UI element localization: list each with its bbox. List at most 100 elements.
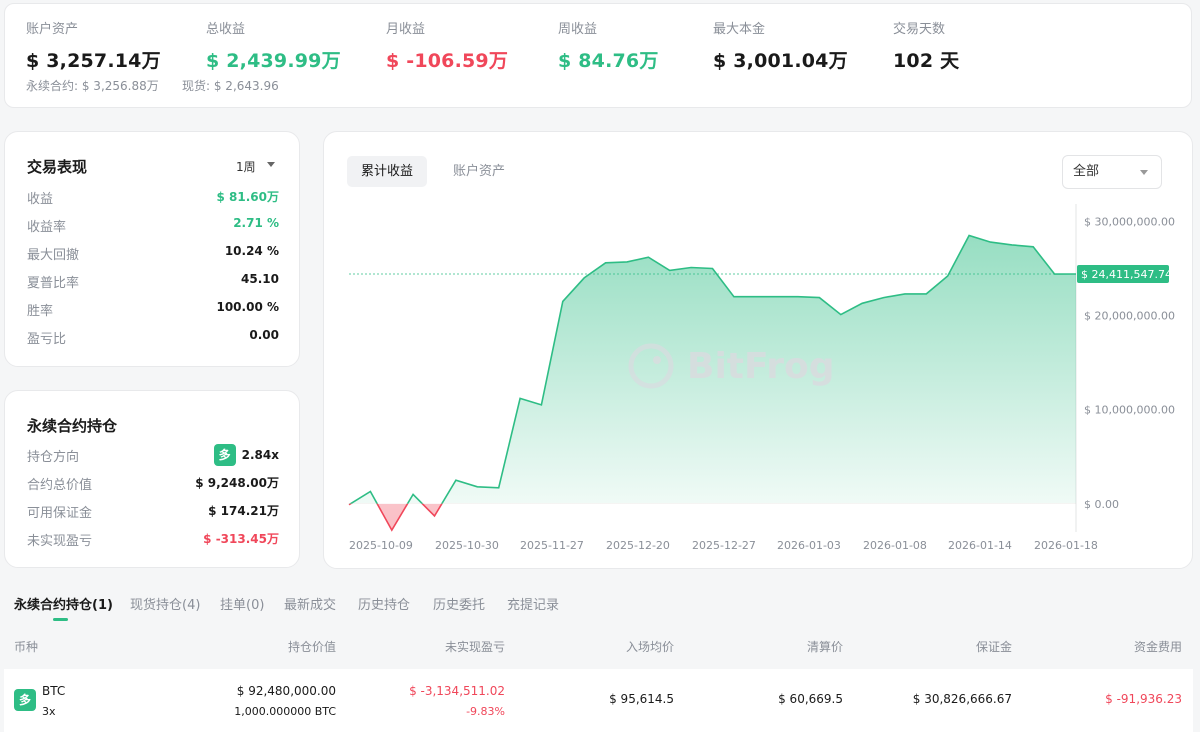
x-tick-label: 2026-01-14	[948, 539, 1012, 552]
x-tick-label: 2025-12-20	[606, 539, 670, 552]
stat-value: $ -106.59万	[386, 50, 509, 72]
caret-down-icon	[1140, 170, 1148, 175]
perpetual-positions-card: 永续合约持仓 持仓方向 多 2.84x 合约总价值 $ 9,248.00万 可用…	[4, 390, 300, 568]
perf-label: 胜率	[27, 304, 54, 319]
x-tick-label: 2025-10-09	[349, 539, 413, 552]
stat-monthly-pnl: 月收益 $ -106.59万	[386, 18, 508, 73]
perf-value: 0.00	[249, 328, 279, 342]
stat-value: 102 天	[893, 50, 960, 72]
tab-spot-positions[interactable]: 现货持仓(4)	[130, 594, 200, 613]
col-funding-fee: 资金费用	[1133, 640, 1182, 654]
y-tick-label: $ 20,000,000.00	[1084, 310, 1175, 323]
x-tick-label: 2026-01-03	[777, 539, 841, 552]
stat-label: 总收益	[206, 22, 246, 37]
pos-direction-value: 多 2.84x	[213, 444, 279, 466]
pos-label: 可用保证金	[27, 506, 93, 521]
x-tick-label: 2025-12-27	[692, 539, 756, 552]
perf-label: 盈亏比	[27, 332, 67, 347]
table-row[interactable]	[4, 669, 1193, 732]
pos-value: $ 9,248.00万	[195, 476, 279, 490]
unrealized-pnl: $ -3,134,511.02	[409, 684, 505, 698]
positions-table-header	[4, 624, 1193, 669]
pos-label: 未实现盈亏	[27, 534, 93, 549]
perf-row-win-rate: 胜率 100.00 %	[27, 300, 279, 320]
pnl-chart-card: $ 30,000,000.00 $ 20,000,000.00 $ 10,000,0…	[323, 131, 1193, 569]
perf-row-max-drawdown: 最大回撤 10.24 %	[27, 244, 279, 264]
col-entry-price: 入场均价	[625, 640, 674, 654]
stat-label: 最大本金	[713, 22, 766, 37]
coin-leverage: 3x	[42, 705, 56, 718]
long-badge: 多	[14, 689, 36, 711]
col-margin: 保证金	[975, 640, 1012, 654]
x-tick-label: 2025-11-27	[520, 539, 584, 552]
tab-deposit-withdraw[interactable]: 充提记录	[507, 594, 559, 613]
y-tick-label: $ 10,000,000.00	[1084, 404, 1175, 417]
col-position-value: 持仓价值	[287, 640, 336, 654]
stat-label: 月收益	[386, 22, 426, 37]
stat-value: $ 3,257.14万	[26, 50, 161, 72]
tab-cumulative-pnl[interactable]: 累计收益	[347, 156, 428, 187]
current-value-label: $ 24,411,547.74	[1081, 268, 1172, 281]
perf-value: 45.10	[241, 272, 279, 286]
perf-row-pnl-ratio: 盈亏比 0.00	[27, 328, 279, 348]
range-select[interactable]: 全部	[1062, 155, 1162, 189]
col-coin: 币种	[14, 640, 39, 654]
stat-label: 交易天数	[893, 22, 946, 37]
performance-title: 交易表现	[27, 158, 88, 176]
pos-value: $ 174.21万	[208, 504, 279, 518]
tab-account-assets[interactable]: 账户资产	[439, 156, 519, 187]
perf-label: 最大回撤	[27, 248, 80, 263]
stat-account-assets: 账户资产 $ 3,257.14万	[26, 18, 161, 73]
tab-perpetual-positions[interactable]: 永续合约持仓(1)	[14, 594, 113, 613]
perf-row-return-rate: 收益率 2.71 %	[27, 216, 279, 236]
entry-price: $ 95,614.5	[609, 692, 674, 706]
pos-label: 持仓方向	[27, 450, 80, 465]
stat-value: $ 2,439.99万	[206, 50, 341, 72]
trading-performance-card: 交易表现 1周 收益 $ 81.60万 收益率 2.71 % 最大回撤 10.2…	[4, 131, 300, 367]
x-tick-label: 2025-10-30	[435, 539, 499, 552]
perf-value: 2.71 %	[233, 216, 279, 230]
range-select-value: 全部	[1073, 164, 1100, 179]
margin: $ 30,826,666.67	[912, 692, 1012, 706]
perf-value: 10.24 %	[224, 244, 279, 258]
positions-title: 永续合约持仓	[27, 417, 118, 435]
col-unrealized-pnl: 未实现盈亏	[444, 640, 505, 654]
position-qty: 1,000.000000 BTC	[234, 705, 336, 718]
stat-label: 周收益	[558, 22, 598, 37]
perf-value: 100.00 %	[216, 300, 279, 314]
pos-label: 合约总价值	[27, 478, 93, 493]
col-liq-price: 清算价	[806, 640, 843, 654]
pnl-chart: $ 30,000,000.00 $ 20,000,000.00 $ 10,000,0…	[348, 204, 1175, 552]
stat-max-principal: 最大本金 $ 3,001.04万	[713, 18, 848, 73]
pos-row-unrealized-pnl: 未实现盈亏 $ -313.45万	[27, 530, 279, 550]
stat-total-pnl: 总收益 $ 2,439.99万	[206, 18, 341, 73]
tab-order-history[interactable]: 历史委托	[433, 594, 485, 613]
y-tick-label: $ 0.00	[1084, 498, 1119, 511]
watermark-text: BitFrog	[687, 346, 835, 387]
perf-row-pnl: 收益 $ 81.60万	[27, 188, 279, 208]
caret-down-icon[interactable]	[267, 162, 275, 167]
stat-trading-days: 交易天数 102 天	[893, 18, 959, 73]
leverage-value: 2.84x	[241, 448, 279, 462]
x-tick-label: 2026-01-08	[863, 539, 927, 552]
x-tick-label: 2026-01-18	[1034, 539, 1098, 552]
stat-value: $ 84.76万	[558, 50, 659, 72]
bitfrog-logo-eye	[653, 356, 661, 364]
tab-recent-trades[interactable]: 最新成交	[284, 594, 336, 613]
perf-label: 收益率	[27, 220, 67, 235]
pos-row-direction: 持仓方向 多 2.84x	[27, 444, 279, 468]
perf-label: 收益	[27, 192, 54, 207]
perf-row-sharpe: 夏普比率 45.10	[27, 272, 279, 292]
long-badge: 多	[213, 444, 236, 466]
pos-row-total-value: 合约总价值 $ 9,248.00万	[27, 474, 279, 494]
tab-open-orders[interactable]: 挂单(0)	[220, 594, 264, 613]
coin-symbol: BTC	[42, 684, 66, 698]
y-tick-label: $ 30,000,000.00	[1084, 215, 1175, 228]
spot-assets-sub: 现货: $ 2,643.96	[182, 79, 279, 93]
tab-position-history[interactable]: 历史持仓	[358, 594, 410, 613]
stat-weekly-pnl: 周收益 $ 84.76万	[558, 18, 659, 73]
perpetual-assets-sub: 永续合约: $ 3,256.88万	[26, 79, 159, 93]
funding-fee: $ -91,936.23	[1105, 692, 1182, 706]
period-select[interactable]: 1周	[236, 158, 256, 175]
stat-label: 账户资产	[26, 22, 79, 37]
